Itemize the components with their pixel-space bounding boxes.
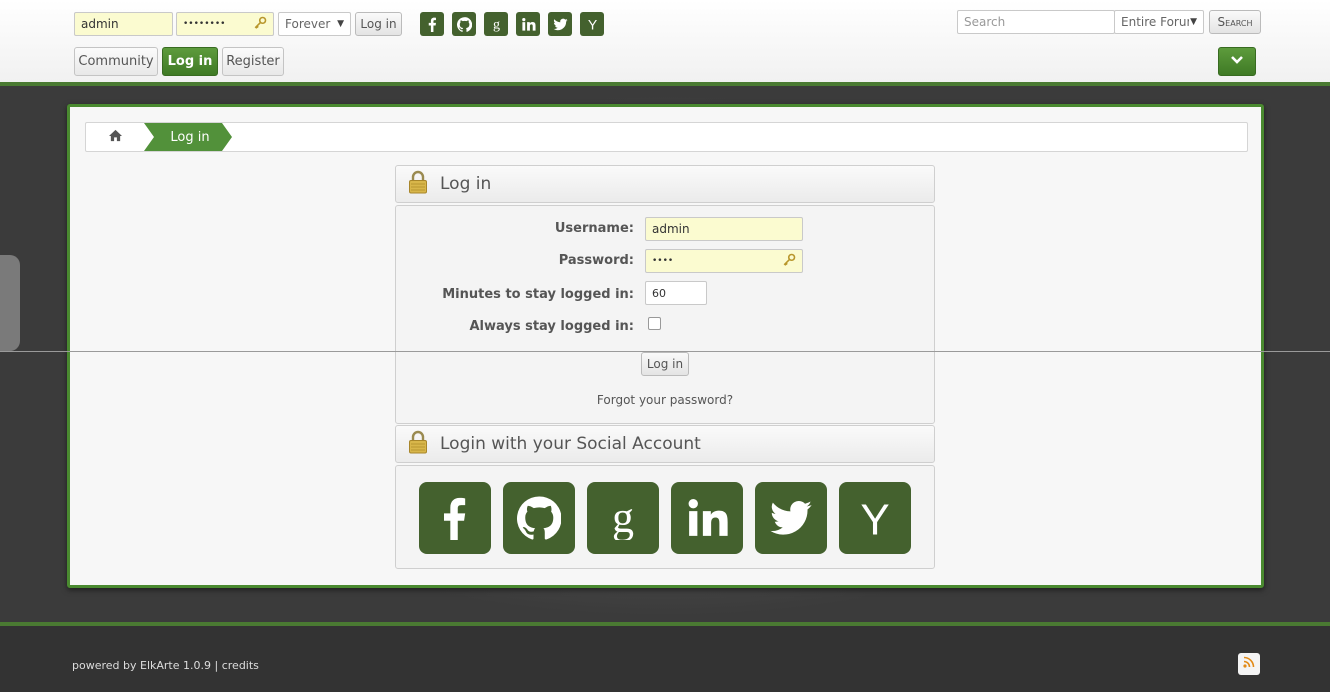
linkedin-icon[interactable]	[671, 482, 743, 554]
quick-login-password-input[interactable]: ••••••••	[176, 12, 274, 36]
chevron-down-icon: ▼	[337, 19, 344, 29]
password-value: ••••	[652, 256, 674, 266]
twitter-icon[interactable]	[548, 12, 572, 36]
minutes-value: 60	[652, 286, 666, 300]
svg-text:g: g	[492, 17, 499, 32]
quick-login-username-value: admin	[81, 17, 119, 31]
search-placeholder: Search	[964, 15, 1006, 29]
padlock-icon	[408, 430, 428, 458]
always-logged-in-checkbox[interactable]	[648, 317, 661, 330]
elkarte-link[interactable]: ElkArte 1.0.9	[140, 659, 211, 672]
chevron-down-icon	[1230, 54, 1244, 69]
password-field[interactable]: ••••	[645, 249, 803, 273]
social-login-panel: g Y	[395, 465, 935, 569]
breadcrumb-current[interactable]: Log in	[144, 123, 232, 151]
credits-link[interactable]: credits	[222, 659, 259, 672]
breadcrumb-home[interactable]	[86, 123, 144, 151]
menu-tab-register[interactable]: Register	[222, 47, 284, 76]
svg-text:Y: Y	[860, 496, 889, 540]
social-box-title: Login with your Social Account	[440, 434, 701, 454]
google-icon[interactable]: g	[484, 12, 508, 36]
key-icon	[253, 16, 267, 33]
login-submit-button[interactable]: Log in	[641, 352, 689, 376]
breadcrumb: Log in	[85, 122, 1248, 152]
collapse-header-button[interactable]	[1218, 47, 1256, 76]
rss-icon	[1243, 656, 1255, 672]
github-icon[interactable]	[452, 12, 476, 36]
menu-tab-community[interactable]: Community	[74, 47, 158, 76]
minutes-label: Minutes to stay logged in:	[442, 287, 634, 302]
main-panel: Log in Log in Username: admin Password: …	[67, 104, 1264, 588]
yahoo-icon[interactable]: Y	[839, 482, 911, 554]
social-box-header: Login with your Social Account	[395, 425, 935, 463]
powered-by-text: powered by	[72, 659, 137, 672]
facebook-icon[interactable]	[419, 482, 491, 554]
always-logged-in-label: Always stay logged in:	[469, 319, 634, 334]
padlock-icon	[408, 170, 428, 198]
search-scope-select[interactable]: Entire Forum ▼	[1114, 10, 1204, 34]
minutes-field[interactable]: 60	[645, 281, 707, 305]
quick-login-duration-select[interactable]: Forever ▼	[278, 12, 351, 36]
search-button[interactable]: Search	[1209, 10, 1261, 34]
menu-tab-login[interactable]: Log in	[162, 47, 218, 76]
rss-feed-button[interactable]	[1238, 653, 1260, 675]
login-form: Username: admin Password: •••• Minutes t…	[395, 205, 935, 424]
footer-credits-line: powered by ElkArte 1.0.9 | credits	[72, 659, 259, 672]
linkedin-icon[interactable]	[516, 12, 540, 36]
key-icon	[782, 253, 796, 270]
top-header: admin •••••••• Forever ▼ Log in g Y Sear…	[0, 0, 1330, 86]
username-label: Username:	[554, 221, 634, 236]
quick-login-username-input[interactable]: admin	[74, 12, 173, 36]
username-value: admin	[652, 222, 690, 236]
duration-selected: Forever	[285, 17, 331, 31]
password-label: Password:	[558, 253, 634, 268]
twitter-icon[interactable]	[755, 482, 827, 554]
facebook-icon[interactable]	[420, 12, 444, 36]
forgot-password-link[interactable]: Forgot your password?	[396, 393, 934, 407]
home-icon	[108, 129, 123, 146]
search-scope-selected: Entire Forum	[1121, 15, 1189, 29]
search-input[interactable]: Search	[957, 10, 1115, 34]
footer: powered by ElkArte 1.0.9 | credits	[0, 622, 1330, 692]
quick-login-button[interactable]: Log in	[355, 12, 402, 36]
google-icon[interactable]: g	[587, 482, 659, 554]
divider-line	[0, 351, 1330, 352]
footer-separator: |	[214, 659, 219, 672]
login-box-header: Log in	[395, 165, 935, 203]
svg-text:Y: Y	[587, 17, 597, 32]
chevron-down-icon: ▼	[1190, 17, 1197, 27]
username-field[interactable]: admin	[645, 217, 803, 241]
svg-text:g: g	[612, 496, 634, 540]
yahoo-icon[interactable]: Y	[580, 12, 604, 36]
quick-login-password-value: ••••••••	[183, 19, 226, 29]
login-box-title: Log in	[440, 174, 492, 194]
side-handle[interactable]	[0, 255, 20, 351]
github-icon[interactable]	[503, 482, 575, 554]
